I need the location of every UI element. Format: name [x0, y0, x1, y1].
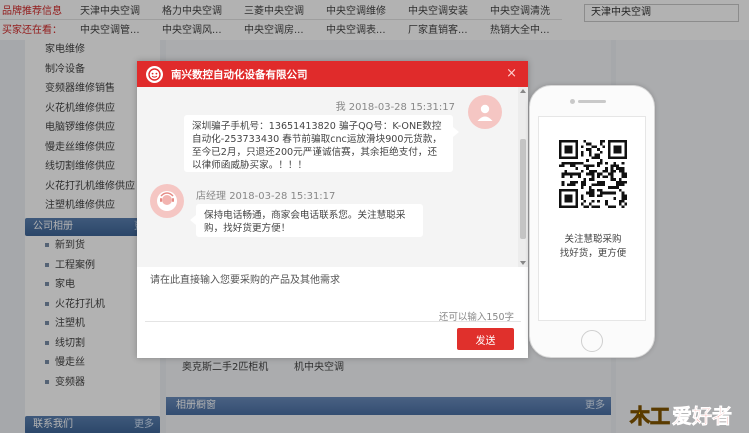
close-icon[interactable]: ×	[506, 66, 517, 82]
scroll-thumb[interactable]	[520, 139, 526, 239]
watermark-text: 爱好者	[672, 404, 732, 428]
message-bubble-incoming: 保持电话畅通，商家会电话联系您。关注慧聪采购，找好货更方便！	[190, 204, 423, 237]
watermark-prefix: 木工	[629, 404, 670, 428]
message-sender: 店经理	[196, 191, 226, 202]
phone-speaker	[578, 100, 606, 103]
company-logo-icon	[146, 65, 163, 83]
scroll-up-icon[interactable]	[520, 89, 526, 93]
follow-text: 关注慧聪采购	[564, 234, 622, 245]
user-avatar-icon	[468, 95, 502, 129]
message-bubble-outgoing: 深圳骗子手机号：13651413820 骗子QQ号：K-ONE数控自动化-253…	[184, 115, 459, 172]
chat-scrollbar[interactable]	[518, 87, 528, 267]
manager-avatar-icon	[150, 184, 184, 218]
message-sender: 我	[335, 102, 346, 113]
dialog-header: 南兴数控自动化设备有限公司 ×	[137, 61, 528, 87]
slogan-text: 找好货，更方便	[559, 248, 627, 259]
company-name: 南兴数控自动化设备有限公司	[171, 68, 308, 81]
site-watermark-logo: 木工 爱好者	[628, 399, 745, 429]
message-meta: 我 2018-03-28 15:31:17	[336, 98, 455, 113]
chat-dialog: 南兴数控自动化设备有限公司 × 我 2018-03-28 15:31:17 深圳…	[137, 61, 528, 358]
message-meta: 店经理 2018-03-28 15:31:17	[196, 187, 335, 202]
phone-camera	[570, 99, 575, 104]
scroll-down-icon[interactable]	[520, 261, 526, 265]
qr-code-icon	[559, 140, 627, 208]
send-button[interactable]: 发送	[457, 328, 514, 350]
chat-history: 我 2018-03-28 15:31:17 深圳骗子手机号：1365141382…	[137, 87, 518, 267]
input-divider	[145, 321, 521, 322]
phone-home-button	[581, 330, 603, 352]
message-time: 2018-03-28 15:31:17	[229, 191, 336, 202]
phone-mockup: 关注慧聪采购 找好货，更方便	[529, 85, 655, 358]
phone-screen: 关注慧聪采购 找好货，更方便	[538, 116, 646, 321]
message-time: 2018-03-28 15:31:17	[348, 102, 455, 113]
